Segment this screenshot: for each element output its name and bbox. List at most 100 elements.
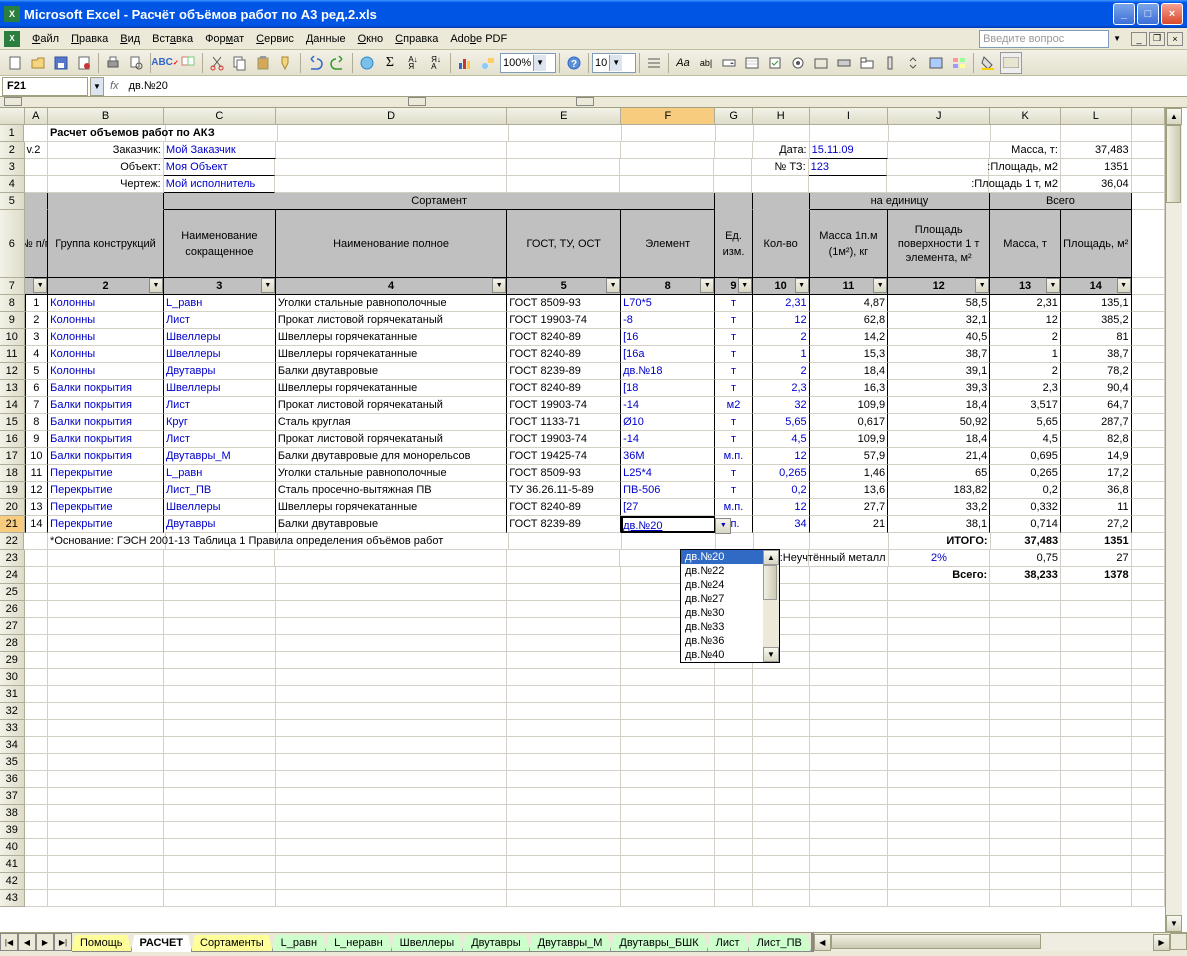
cell[interactable]: 90,4 <box>1061 380 1132 397</box>
cell[interactable] <box>990 584 1061 601</box>
cell[interactable] <box>621 788 715 805</box>
cell[interactable]: Объект: <box>48 159 164 176</box>
cell[interactable]: Балки двутавровые для монорельсов <box>276 448 507 465</box>
cell[interactable]: 1351 <box>1061 159 1132 176</box>
cell[interactable]: 27 <box>1061 550 1132 567</box>
header-surf1t[interactable]: Площадь поверхности 1 т элемента, м² <box>888 210 990 278</box>
cell[interactable]: т <box>715 380 752 397</box>
cell[interactable] <box>754 533 811 550</box>
cell[interactable] <box>715 805 752 822</box>
cell[interactable] <box>715 771 752 788</box>
scroll-down-icon[interactable]: ▼ <box>763 647 779 662</box>
cell[interactable] <box>276 822 507 839</box>
cell[interactable] <box>509 125 623 142</box>
cell[interactable] <box>888 856 990 873</box>
cell[interactable]: L25*4 <box>621 465 715 482</box>
split-handle-1[interactable] <box>4 97 22 106</box>
toggle-control-icon[interactable] <box>833 52 855 74</box>
cell[interactable] <box>164 737 276 754</box>
cell[interactable] <box>810 720 889 737</box>
cell[interactable] <box>276 584 507 601</box>
cell[interactable] <box>48 703 164 720</box>
cell[interactable]: Уголки стальные равнополочные <box>276 465 507 482</box>
cell[interactable]: 5,65 <box>753 414 810 431</box>
cell[interactable] <box>276 601 507 618</box>
cell[interactable] <box>1132 329 1165 346</box>
cell[interactable] <box>753 805 810 822</box>
row-header-8[interactable]: 8 <box>0 295 25 312</box>
cell[interactable] <box>507 856 621 873</box>
dropdown-scroll-thumb[interactable] <box>763 565 777 600</box>
tab-nav-first-icon[interactable]: |◀ <box>0 933 18 951</box>
filter-cell[interactable]: 14▼ <box>1061 278 1132 295</box>
filter-cell[interactable]: 8▼ <box>621 278 715 295</box>
cell[interactable] <box>1132 686 1165 703</box>
cell[interactable] <box>1132 533 1165 550</box>
cell[interactable]: 1 <box>990 346 1061 363</box>
filter-dropdown-icon[interactable]: ▼ <box>975 278 989 293</box>
cell[interactable]: 1378 <box>1061 567 1132 584</box>
cell[interactable]: Балки двутавровые <box>276 516 507 533</box>
cell[interactable]: 38,233 <box>990 567 1061 584</box>
chart-icon[interactable] <box>454 52 476 74</box>
cell[interactable] <box>622 125 716 142</box>
cell[interactable]: 1 <box>753 346 810 363</box>
cell[interactable] <box>810 669 889 686</box>
cell[interactable] <box>888 635 990 652</box>
cell[interactable]: Балки покрытия <box>48 397 164 414</box>
cell-dropdown-list[interactable]: дв.№20дв.№22дв.№24дв.№27дв.№30дв.№33дв.№… <box>680 549 780 663</box>
cell[interactable]: Швеллеры горячекатанные <box>276 329 507 346</box>
cell[interactable] <box>509 533 623 550</box>
cell[interactable] <box>25 771 49 788</box>
active-cell[interactable]: дв.№20▼ <box>621 516 715 533</box>
cell[interactable] <box>25 567 49 584</box>
cell[interactable]: 1 <box>25 295 49 312</box>
cell[interactable]: 2,3 <box>753 380 810 397</box>
cell[interactable]: м2 <box>715 397 752 414</box>
row-header-41[interactable]: 41 <box>0 856 25 873</box>
cell[interactable]: Расчет объемов работ по АКЗ <box>48 125 166 142</box>
cell[interactable] <box>1132 312 1165 329</box>
cell[interactable] <box>990 771 1061 788</box>
menu-insert[interactable]: Вставка <box>146 31 199 47</box>
permissions-icon[interactable] <box>73 52 95 74</box>
cell[interactable]: 32,1 <box>888 312 990 329</box>
menu-window[interactable]: Окно <box>352 31 390 47</box>
cell[interactable] <box>888 618 990 635</box>
cell[interactable]: Лист <box>164 312 276 329</box>
cell[interactable]: 39,1 <box>888 363 990 380</box>
cell[interactable] <box>507 567 621 584</box>
cell[interactable] <box>25 176 49 193</box>
cell[interactable] <box>48 601 164 618</box>
cell[interactable] <box>715 703 752 720</box>
cell[interactable]: Швеллеры горячекатанные <box>276 499 507 516</box>
cell[interactable] <box>810 873 889 890</box>
cell[interactable] <box>888 703 990 720</box>
cell[interactable]: 4 <box>25 346 49 363</box>
cell[interactable] <box>276 635 507 652</box>
cell[interactable]: Прокат листовой горячекатаный <box>276 397 507 414</box>
print-preview-icon[interactable] <box>125 52 147 74</box>
cell[interactable]: 40,5 <box>888 329 990 346</box>
cell[interactable] <box>276 873 507 890</box>
cell[interactable] <box>810 533 888 550</box>
cell[interactable]: 37,483 <box>1061 142 1132 159</box>
cell[interactable] <box>507 788 621 805</box>
cell[interactable] <box>810 788 889 805</box>
cell[interactable] <box>753 686 810 703</box>
autosum-icon[interactable]: Σ <box>379 52 401 74</box>
col-header-K[interactable]: K <box>990 108 1061 125</box>
cell[interactable]: 9 <box>25 431 49 448</box>
cell[interactable] <box>164 754 276 771</box>
row-header-15[interactable]: 15 <box>0 414 25 431</box>
row-header-28[interactable]: 28 <box>0 635 25 652</box>
cell[interactable]: № ТЗ: <box>752 159 809 176</box>
cell[interactable] <box>888 890 990 907</box>
split-handle-2[interactable] <box>408 97 426 106</box>
cell[interactable] <box>48 788 164 805</box>
cell[interactable] <box>1061 788 1132 805</box>
redo-icon[interactable] <box>327 52 349 74</box>
cell[interactable] <box>715 856 752 873</box>
cell[interactable] <box>810 703 889 720</box>
cell[interactable] <box>753 856 810 873</box>
